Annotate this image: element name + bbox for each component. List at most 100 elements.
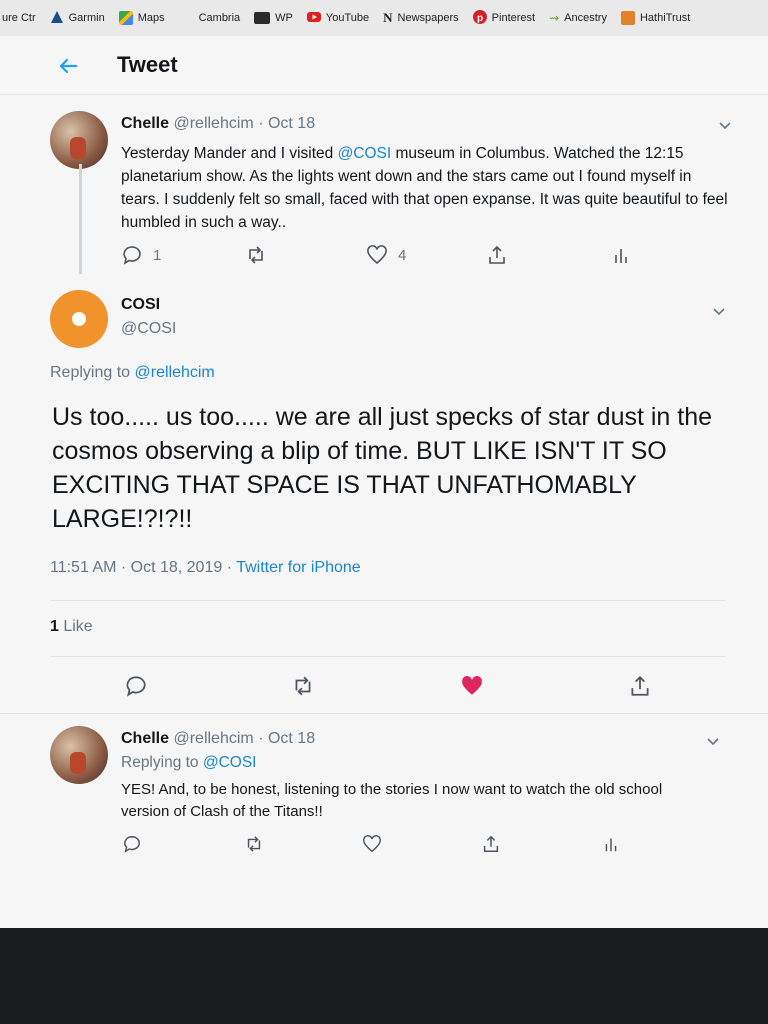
- tweet-text-part: Yesterday Mander and I visited: [121, 145, 338, 162]
- bookmark-ancestry[interactable]: ⇝ Ancestry: [549, 11, 607, 25]
- replying-to-line: Replying to @COSI: [121, 754, 257, 772]
- replying-to-link[interactable]: @rellehcim: [135, 364, 215, 381]
- tweet-text: YES! And, to be honest, listening to the…: [121, 781, 663, 820]
- youtube-icon: [306, 11, 321, 26]
- tweet-author-line: Chelle @rellehcim · Oct 18: [121, 730, 315, 748]
- tweet-menu-button[interactable]: [706, 734, 720, 750]
- hathitrust-icon: [620, 11, 635, 25]
- bookmark-label: ure Ctr: [2, 12, 36, 24]
- bookmark-label: Newspapers: [397, 12, 459, 24]
- bookmark-label: YouTube: [325, 12, 370, 24]
- bookmark-label: Garmin: [68, 12, 105, 24]
- main-author-name[interactable]: COSI: [121, 296, 160, 314]
- maps-icon: [118, 11, 133, 25]
- tweet-source-link[interactable]: Twitter for iPhone: [236, 559, 361, 576]
- reply-count: 1: [153, 246, 162, 264]
- analytics-button[interactable]: [601, 834, 621, 854]
- bookmark-label: WP: [275, 12, 293, 24]
- bookmark-cambria[interactable]: Cambria: [199, 12, 241, 24]
- analytics-icon: [605, 838, 617, 852]
- avatar[interactable]: [50, 111, 108, 169]
- likes-summary[interactable]: 1 Like: [50, 618, 93, 636]
- retweet-icon: [295, 676, 311, 696]
- analytics-button[interactable]: [610, 244, 632, 266]
- thread-connector: [79, 164, 82, 274]
- likes-label: Like: [58, 618, 93, 635]
- tweet-timestamp[interactable]: 11:51 AM · Oct 18, 2019 ·: [50, 559, 236, 576]
- chevron-down-icon: [707, 738, 719, 746]
- tweet-meta: 11:51 AM · Oct 18, 2019 · Twitter for iP…: [50, 559, 361, 577]
- share-button[interactable]: [628, 674, 652, 698]
- newspapers-n-icon: N: [383, 10, 393, 25]
- heart-filled-icon: [462, 676, 482, 695]
- retweet-icon: [249, 246, 263, 264]
- like-count: 4: [398, 246, 407, 264]
- bookmark-hathitrust[interactable]: HathiTrust: [620, 11, 691, 25]
- share-button[interactable]: [486, 244, 508, 266]
- svg-text:p: p: [477, 13, 483, 24]
- tweet-menu-button[interactable]: [712, 304, 726, 320]
- pinterest-icon: p: [472, 9, 487, 27]
- tweet-author-line: Chelle @rellehcim · Oct 18: [121, 115, 315, 133]
- analytics-icon: [615, 249, 627, 263]
- bookmark-label: Cambria: [198, 12, 241, 24]
- heart-outline-icon: [367, 245, 387, 265]
- main-author-handle[interactable]: @COSI: [121, 320, 176, 338]
- tweet-header: Tweet: [0, 36, 768, 95]
- bookmark-newspapers[interactable]: N Newspapers: [383, 10, 459, 26]
- share-icon: [483, 835, 499, 852]
- reply-icon: [126, 676, 146, 697]
- page-title: Tweet: [117, 52, 178, 77]
- share-icon: [631, 676, 649, 696]
- reply-button[interactable]: [124, 674, 148, 698]
- bookmark-garmin[interactable]: Garmin: [50, 10, 105, 27]
- share-button[interactable]: [481, 834, 501, 854]
- reply-button[interactable]: 1: [121, 244, 161, 266]
- tweet-date[interactable]: · Oct 18: [258, 115, 315, 132]
- replying-to-link[interactable]: @COSI: [203, 754, 257, 771]
- retweet-button[interactable]: [245, 244, 267, 266]
- author-name[interactable]: Chelle: [121, 115, 169, 132]
- tweet-date[interactable]: · Oct 18: [258, 730, 315, 747]
- avatar[interactable]: [50, 726, 108, 784]
- divider: [50, 656, 726, 657]
- bookmark-label: Maps: [137, 12, 165, 24]
- bookmark-item[interactable]: ure Ctr: [2, 12, 36, 24]
- bookmark-maps[interactable]: Maps: [118, 11, 165, 25]
- back-button[interactable]: [52, 50, 84, 82]
- retweet-icon: [247, 836, 261, 852]
- replying-label: Replying to: [121, 754, 203, 771]
- share-icon: [489, 245, 505, 264]
- mention-link[interactable]: @COSI: [338, 145, 392, 162]
- bookmark-youtube[interactable]: YouTube: [306, 11, 370, 26]
- bookmark-label: Pinterest: [491, 12, 536, 24]
- bookmark-pinterest[interactable]: p Pinterest: [472, 9, 536, 27]
- bookmarks-bar: ure Ctr Garmin Maps Cambria WP YouTube N…: [0, 0, 768, 36]
- ancestry-leaf-icon: ⇝: [549, 11, 560, 25]
- arrow-left-icon: [59, 58, 78, 74]
- retweet-button[interactable]: [291, 674, 315, 698]
- reply-button[interactable]: [122, 834, 142, 854]
- likes-count: 1: [50, 618, 59, 635]
- bookmark-label: Ancestry: [564, 12, 607, 24]
- garmin-triangle-icon: [50, 10, 64, 27]
- like-button[interactable]: 4: [366, 244, 406, 266]
- retweet-button[interactable]: [244, 834, 264, 854]
- author-handle[interactable]: @rellehcim: [173, 115, 253, 132]
- laptop-bezel: [0, 928, 768, 1024]
- bookmark-wp[interactable]: WP: [254, 12, 293, 24]
- replying-to-line: Replying to @rellehcim: [50, 364, 215, 382]
- chevron-down-icon: [719, 122, 731, 130]
- bookmark-label: HathiTrust: [639, 12, 691, 24]
- author-handle[interactable]: @rellehcim: [173, 730, 253, 747]
- tweet-menu-button[interactable]: [718, 118, 732, 134]
- replying-label: Replying to: [50, 364, 135, 381]
- like-button[interactable]: [460, 674, 484, 698]
- tweet-text: Yesterday Mander and I visited @COSI mus…: [121, 142, 731, 234]
- author-name[interactable]: Chelle: [121, 730, 169, 747]
- divider: [50, 600, 726, 601]
- like-button[interactable]: [362, 834, 382, 854]
- cosi-avatar[interactable]: [50, 290, 108, 348]
- twitter-page: Tweet Chelle @rellehcim · Oct 18 Yesterd…: [0, 36, 768, 928]
- reply-icon: [124, 835, 140, 853]
